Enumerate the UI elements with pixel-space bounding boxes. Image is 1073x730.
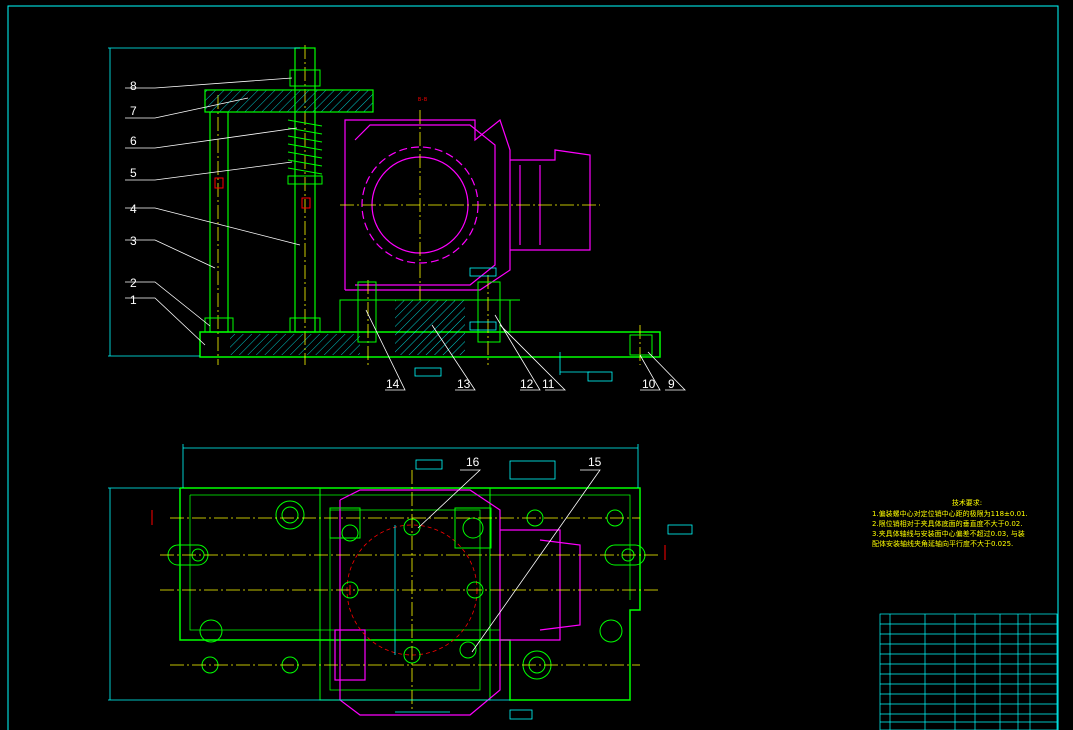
tech-requirement-line: 配体安装轴线夹角延轴向平行度不大于0.025. [872,540,1014,548]
part-label-7: 7 [130,104,137,118]
base-outline [179,487,641,701]
part-label-12: 12 [520,377,534,391]
part-label-4: 4 [130,202,137,216]
tech-requirement-line: 3.夹具体轴线与安装面中心偏差不超过0.03, 与装 [872,530,1025,538]
tech-requirement-line: 2.限位销相对于夹具体底面的垂直度不大于0.02. [872,520,1023,528]
base-plate-hatch [230,334,360,355]
base-hatch-2 [395,300,465,355]
part-label-2: 2 [130,276,137,290]
part-label-10: 10 [642,377,656,391]
bom-table [879,613,1058,730]
drawing-sheet: B-B 1 2 3 4 5 6 7 8 9 10 11 12 13 14 16 … [7,5,1059,730]
technical-requirements: 技术要求: 1.偏装螺中心对定位销中心距的极限为118±0.01. 2.限位销相… [872,498,1062,549]
part-label-13: 13 [457,377,471,391]
part-label-6: 6 [130,134,137,148]
part-label-14: 14 [386,377,400,391]
part-label-8: 8 [130,79,137,93]
part-label-9: 9 [668,377,675,391]
locating-pin-right [477,281,501,343]
support-column [209,111,229,333]
drawing-frame [7,5,1059,730]
part-label-1: 1 [130,293,137,307]
top-view: 16 15 [108,444,693,720]
part-label-16: 16 [466,455,480,469]
part-label-3: 3 [130,234,137,248]
tech-requirements-title: 技术要求: [951,499,983,507]
tech-requirement-line: 1.偏装螺中心对定位销中心距的极限为118±0.01. [872,510,1028,518]
part-label-15: 15 [588,455,602,469]
clamp-beam [204,89,374,113]
front-view: B-B 1 2 3 4 5 6 7 8 9 10 11 12 13 14 [108,45,686,391]
part-label-5: 5 [130,166,137,180]
svg-text:B-B: B-B [418,97,427,103]
part-label-11: 11 [542,377,555,391]
